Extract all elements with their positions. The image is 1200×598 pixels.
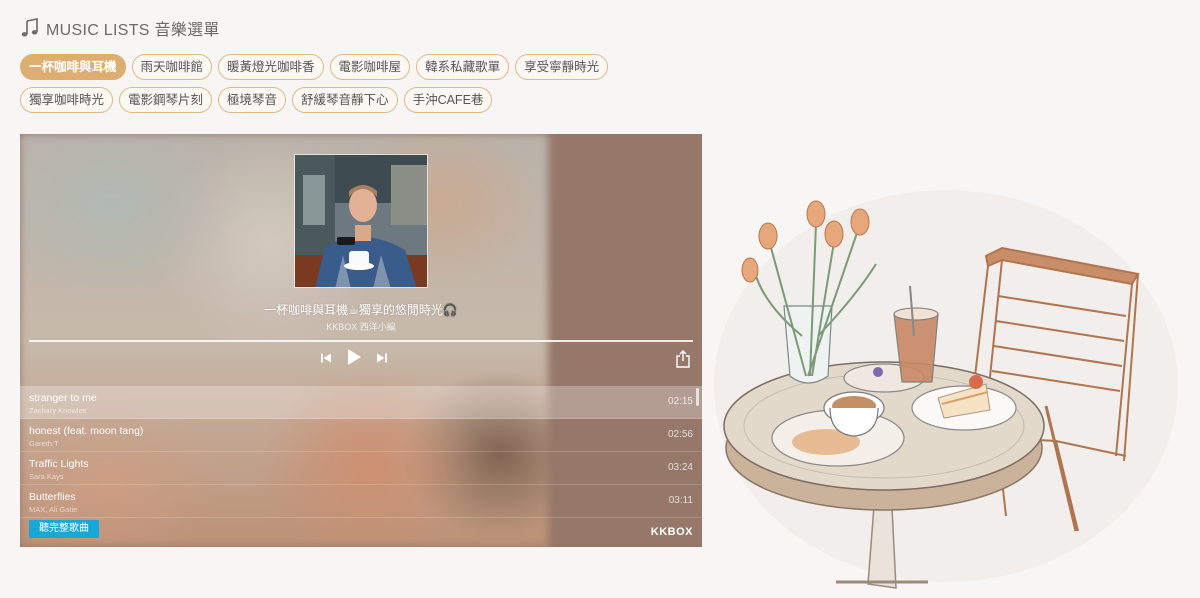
playlist-curator: KKBOX 西洋小編 <box>326 322 396 332</box>
track-artist: Zachary Knowles <box>29 406 87 415</box>
track-artist: Sara Kays <box>29 472 64 481</box>
track-list-scrollbar[interactable] <box>696 388 699 406</box>
tag-rainy-cafe[interactable]: 雨天咖啡館 <box>131 54 213 80</box>
track-list: stranger to me Zachary Knowles 02:15 hon… <box>20 386 702 518</box>
kkbox-logo: KKBOX <box>650 526 693 538</box>
tag-solo-coffee[interactable]: 獨享咖啡時光 <box>20 87 114 113</box>
track-name: Traffic Lights <box>29 458 89 470</box>
music-player: 一杯咖啡與耳機☕獨享的悠閒時光🎧 KKBOX 西洋小編 stranger to … <box>20 134 702 547</box>
tag-quiet-time[interactable]: 享受寧靜時光 <box>515 54 609 80</box>
listen-full-button[interactable]: 聽完整歌曲 <box>29 520 99 538</box>
track-name: Butterflies <box>29 491 76 503</box>
tag-movie-cafe[interactable]: 電影咖啡屋 <box>329 54 411 80</box>
next-icon[interactable] <box>376 351 388 369</box>
track-artist: MAX, Ali Gatie <box>29 505 78 514</box>
track-row[interactable]: Butterflies MAX, Ali Gatie 03:11 <box>20 485 702 518</box>
playback-controls <box>320 348 388 371</box>
tag-handdrip-cafe[interactable]: 手沖CAFE巷 <box>403 87 493 113</box>
track-row[interactable]: stranger to me Zachary Knowles 02:15 <box>20 386 702 419</box>
track-duration: 02:56 <box>667 429 693 440</box>
track-duration: 03:11 <box>668 495 693 506</box>
tag-warm-light[interactable]: 暖黃燈光咖啡香 <box>218 54 324 80</box>
playlist-title: 一杯咖啡與耳機☕獨享的悠閒時光🎧 <box>264 303 458 317</box>
tag-coffee-headphones[interactable]: 一杯咖啡與耳機 <box>20 54 126 80</box>
page-title: MUSIC LISTS 音樂選單 <box>46 22 220 39</box>
track-name: stranger to me <box>29 392 97 404</box>
track-artist: Gareth.T <box>29 439 59 448</box>
progress-bar[interactable] <box>29 340 693 342</box>
track-row[interactable]: Traffic Lights Sara Kays 03:24 <box>20 452 702 485</box>
play-icon[interactable] <box>346 348 362 371</box>
previous-icon[interactable] <box>320 351 332 369</box>
track-duration: 02:15 <box>667 396 693 407</box>
tag-soothing-piano[interactable]: 舒緩琴音靜下心 <box>292 87 398 113</box>
playlist-tags: 一杯咖啡與耳機 雨天咖啡館 暖黃燈光咖啡香 電影咖啡屋 韓系私藏歌單 享受寧靜時… <box>20 54 700 113</box>
track-name: honest (feat. moon tang) <box>29 425 144 437</box>
track-duration: 03:24 <box>667 462 693 473</box>
tag-movie-piano[interactable]: 電影鋼琴片刻 <box>119 87 213 113</box>
tag-korean-list[interactable]: 韓系私藏歌單 <box>416 54 510 80</box>
playlist-cover <box>294 154 428 288</box>
music-note-icon <box>20 18 40 38</box>
track-row[interactable]: honest (feat. moon tang) Gareth.T 02:56 <box>20 419 702 452</box>
tag-extreme-piano[interactable]: 極境琴音 <box>218 87 287 113</box>
cafe-table-illustration <box>706 186 1186 592</box>
share-icon[interactable] <box>676 350 690 373</box>
page-header: MUSIC LISTS 音樂選單 <box>20 16 220 40</box>
